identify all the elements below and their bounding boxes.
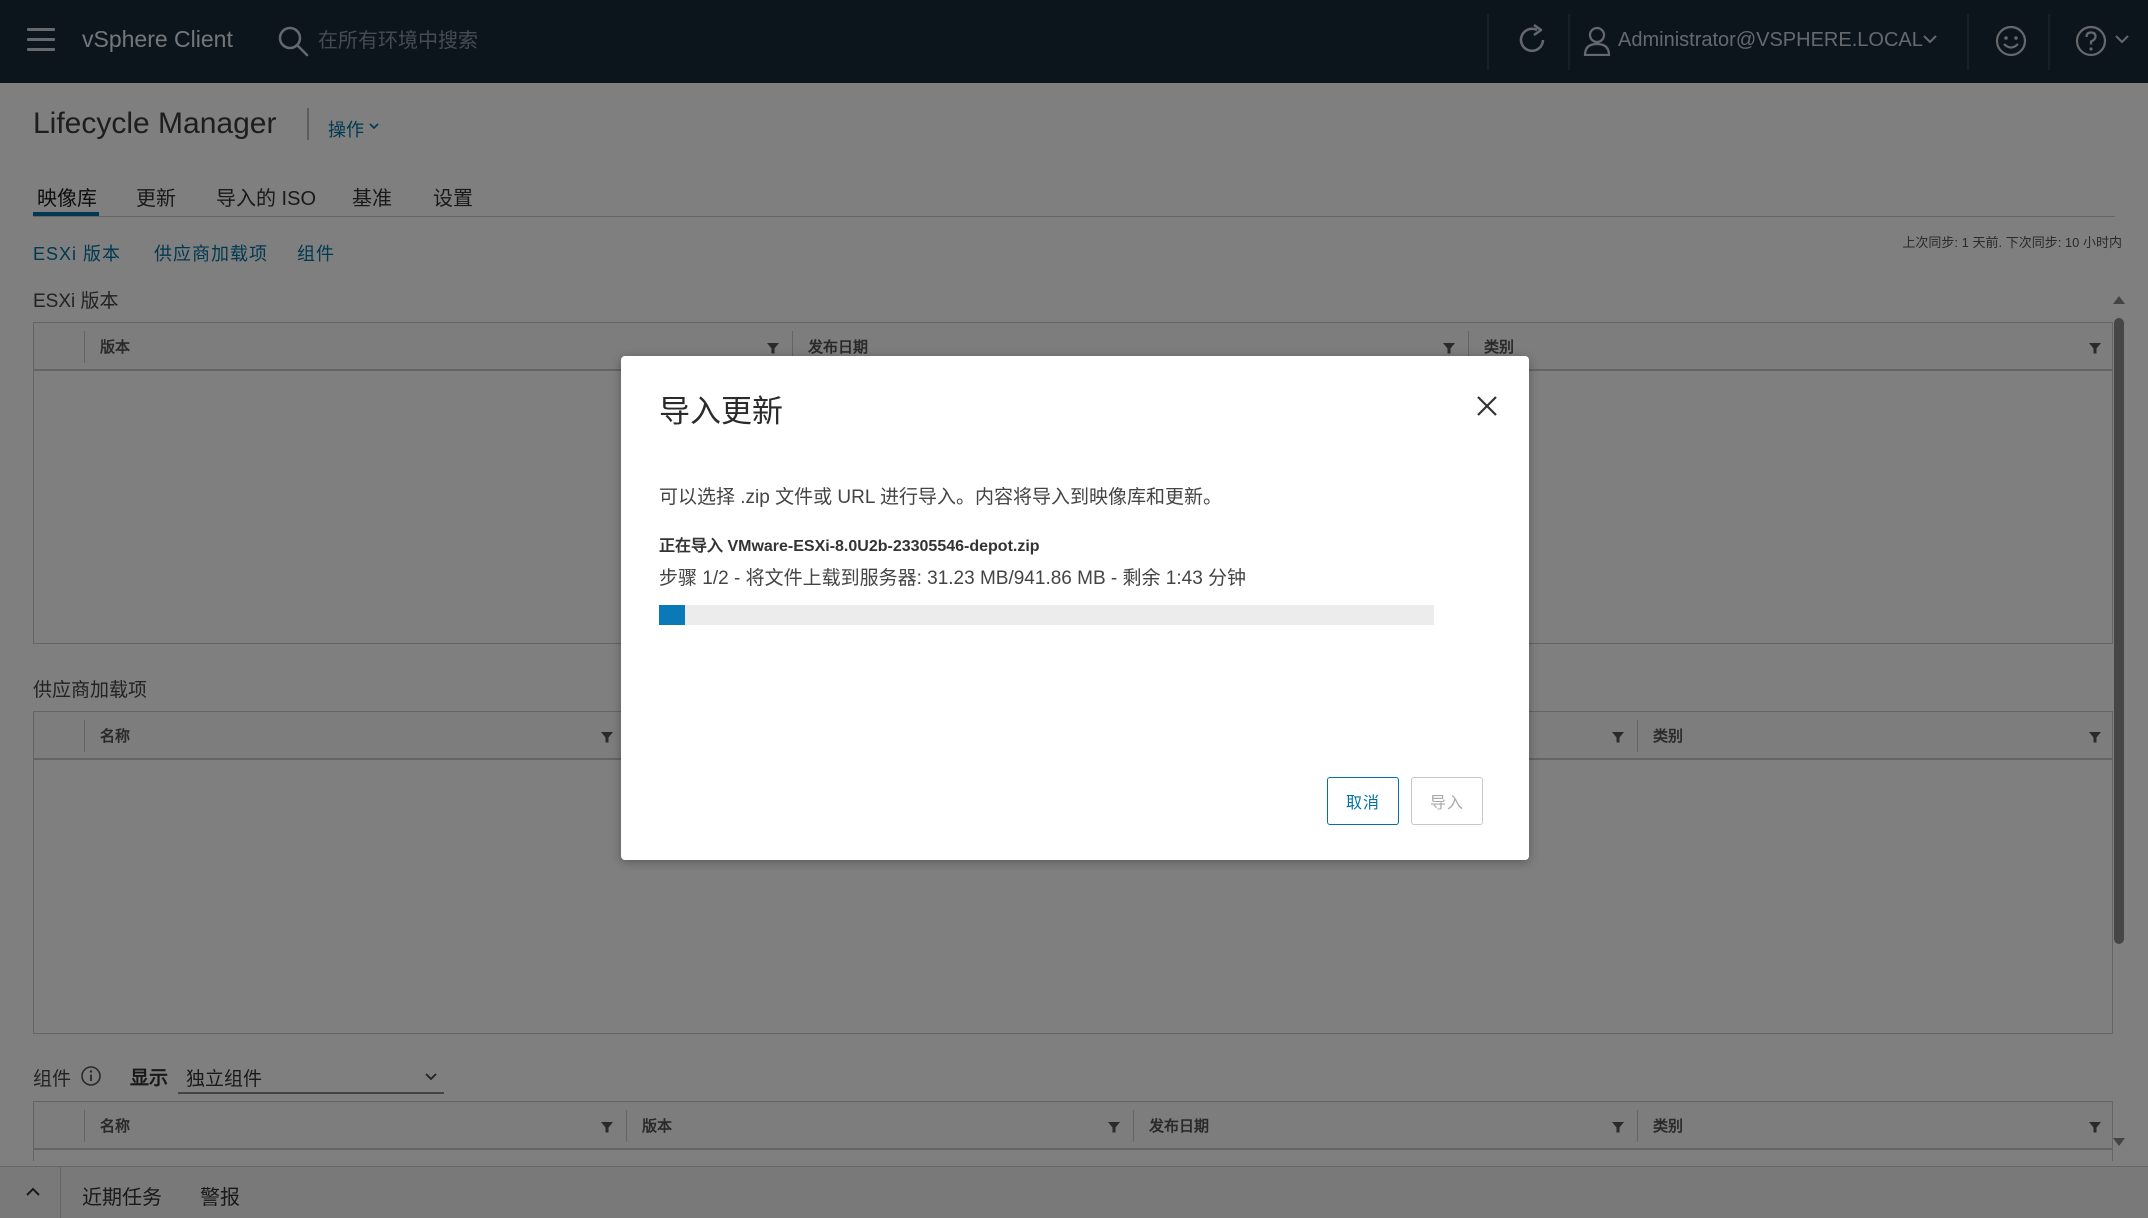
upload-step-status: 步骤 1/2 - 将文件上载到服务器: 31.23 MB/941.86 MB -…	[659, 568, 1247, 589]
dialog-description: 可以选择 .zip 文件或 URL 进行导入。内容将导入到映像库和更新。	[659, 487, 1222, 508]
dialog-title: 导入更新	[659, 394, 783, 429]
import-button[interactable]: 导入	[1411, 777, 1483, 825]
upload-progress-fill	[659, 605, 685, 625]
import-updates-dialog: 导入更新 可以选择 .zip 文件或 URL 进行导入。内容将导入到映像库和更新…	[621, 356, 1529, 860]
close-icon[interactable]	[1473, 392, 1501, 420]
upload-progress-bar	[659, 605, 1434, 625]
cancel-button[interactable]: 取消	[1327, 777, 1399, 825]
importing-file-label: 正在导入 VMware-ESXi-8.0U2b-23305546-depot.z…	[659, 538, 1040, 555]
